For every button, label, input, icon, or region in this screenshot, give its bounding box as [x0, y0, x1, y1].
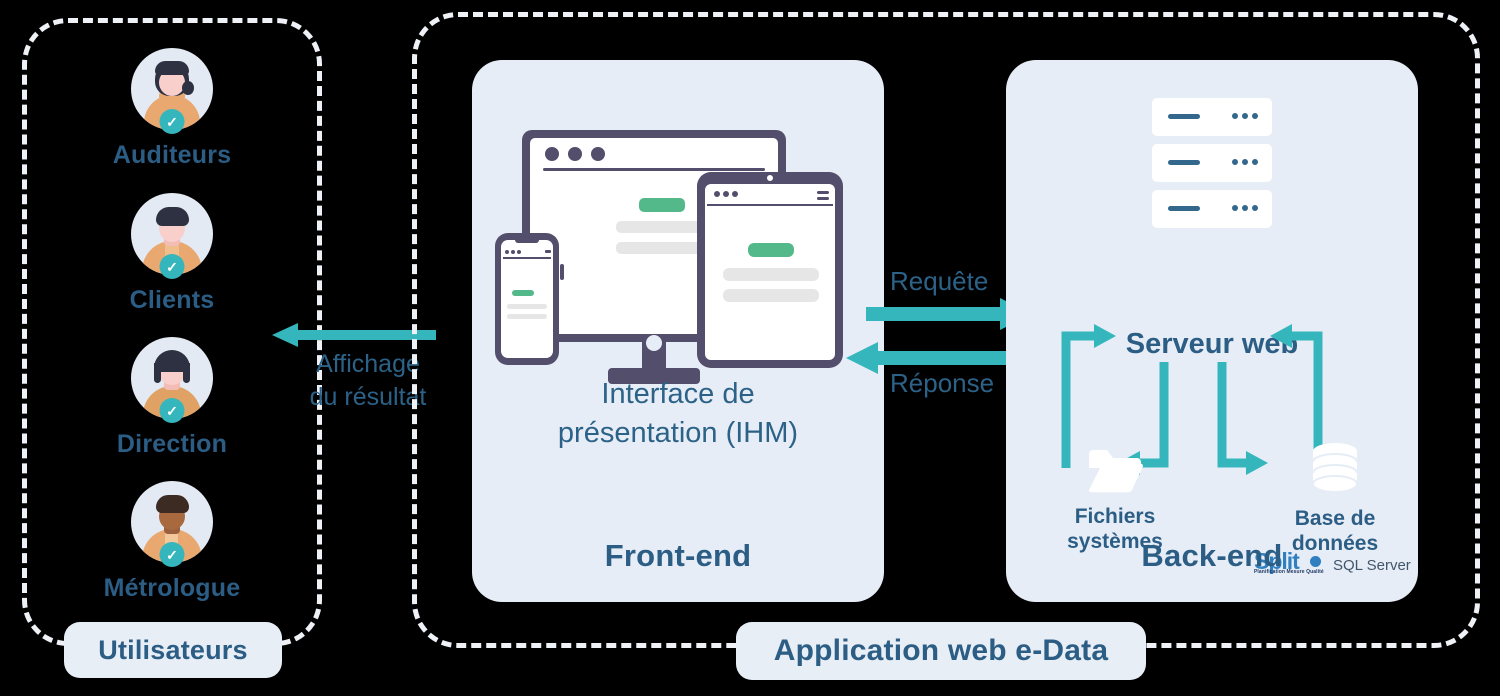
- front-end-panel[interactable]: Interface de présentation (IHM) Front-en…: [472, 60, 884, 602]
- front-end-title: Interface de présentation (IHM): [557, 378, 799, 449]
- server-row-ellipsis-icon: [1232, 205, 1258, 211]
- user-label: Direction: [116, 430, 228, 458]
- avatar: ✓: [131, 193, 213, 279]
- back-end-panel[interactable]: Serveur web Fichiers systèmes Base de do…: [1006, 60, 1418, 602]
- user-label: Clients: [129, 286, 215, 314]
- responsive-devices-illustration: [495, 130, 843, 384]
- front-end-footer: Front-end: [604, 538, 752, 573]
- verified-badge-icon: ✓: [159, 254, 185, 279]
- folder-icon: [1088, 450, 1143, 493]
- avatar: ✓: [131, 337, 213, 423]
- server-row-line: [1168, 114, 1200, 119]
- user-label: Auditeurs: [112, 141, 232, 169]
- server-row-line: [1168, 206, 1200, 211]
- requete-label: Requête: [890, 266, 989, 296]
- verified-badge-icon: ✓: [159, 109, 185, 134]
- server-rack-icon: [1152, 98, 1272, 228]
- user-item-metrologue[interactable]: ✓ Métrologue: [52, 481, 292, 603]
- diagram-canvas: ✓ Auditeurs ✓ Clients ✓ Direction ✓ Métr…: [0, 0, 1500, 696]
- users-group-caption: Utilisateurs: [64, 622, 282, 678]
- user-item-clients[interactable]: ✓ Clients: [52, 193, 292, 315]
- server-row-line: [1168, 160, 1200, 165]
- avatar: ✓: [131, 48, 213, 134]
- application-group-caption: Application web e-Data: [736, 622, 1146, 680]
- avatar: ✓: [131, 481, 213, 567]
- user-item-direction[interactable]: ✓ Direction: [52, 337, 292, 459]
- user-label: Métrologue: [103, 574, 241, 602]
- user-item-auditeurs[interactable]: ✓ Auditeurs: [52, 48, 292, 170]
- back-end-footer: Back-end: [1141, 538, 1283, 573]
- database-icon: [1312, 443, 1358, 493]
- verified-badge-icon: ✓: [159, 398, 185, 423]
- reponse-label: Réponse: [890, 368, 995, 398]
- server-row-ellipsis-icon: [1232, 113, 1258, 119]
- verified-badge-icon: ✓: [159, 542, 185, 567]
- server-row-ellipsis-icon: [1232, 159, 1258, 165]
